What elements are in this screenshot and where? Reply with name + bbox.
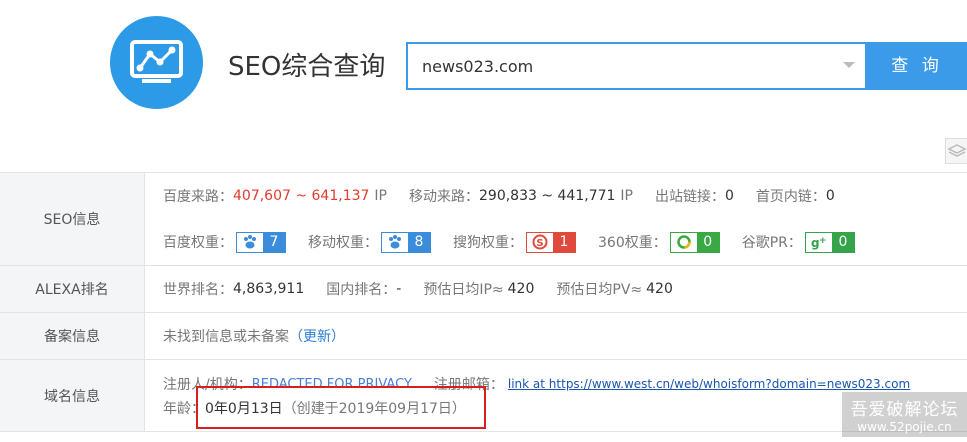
seo-line-2: 百度权重： 7 移动权重： 8 搜狗权重： S 1 360权重： 0 谷歌PR：… (163, 219, 967, 265)
baidu-source-value[interactable]: 407,607 ~ 641,137 (233, 188, 369, 204)
watermark: 吾爱破解论坛 www.52pojie.cn (842, 392, 967, 437)
row-label-domain: 域名信息 (0, 360, 145, 431)
row-alexa: ALEXA排名 世界排名： 4,863,911 国内排名： - 预估日均IP≈ … (0, 266, 967, 313)
page-title: SEO综合查询 (228, 52, 386, 82)
row-icp: 备案信息 未找到信息或未备案 （ 更新 ） (0, 313, 967, 360)
daily-pv-value: 420 (646, 281, 673, 297)
sogou-weight-badge[interactable]: S 1 (526, 231, 576, 253)
dropdown-arrow-icon[interactable] (843, 62, 855, 68)
s360-icon (670, 232, 697, 252)
baidu-paw-icon (382, 232, 408, 252)
baidu-weight-badge[interactable]: 7 (236, 231, 286, 253)
mobile-source-value[interactable]: 290,833 ~ 441,771 (479, 188, 615, 204)
search-button[interactable]: 查 询 (867, 42, 967, 90)
daily-ip-value: 420 (507, 281, 535, 297)
world-rank-value[interactable]: 4,863,911 (233, 281, 304, 297)
search-box[interactable] (406, 42, 867, 90)
s360-weight-badge[interactable]: 0 (669, 231, 720, 253)
highlight-box (196, 386, 486, 429)
domestic-rank-value: - (396, 281, 402, 297)
sogou-icon: S (527, 232, 553, 252)
icp-update-link[interactable]: 更新 (303, 326, 331, 346)
svg-text:S: S (536, 238, 543, 249)
logo (110, 16, 203, 109)
whois-email-link[interactable]: link at https://www.west.cn/web/whoisfor… (508, 377, 910, 391)
svg-text:+: + (819, 236, 827, 246)
seo-line-1: 百度来路： 407,607 ~ 641,137 IP 移动来路： 290,833… (163, 188, 835, 205)
row-seo: SEO信息 百度来路： 407,607 ~ 641,137 IP 移动来路： 2… (0, 173, 967, 266)
search-input[interactable] (408, 44, 838, 88)
homelinks-value[interactable]: 0 (826, 188, 835, 204)
outlinks-value[interactable]: 0 (725, 188, 734, 204)
row-label-icp: 备案信息 (0, 313, 145, 359)
chart-monitor-icon (130, 40, 183, 83)
row-label-seo: SEO信息 (0, 173, 145, 265)
google-pr-badge[interactable]: g + 0 (804, 231, 855, 253)
baidu-paw-icon (237, 232, 263, 252)
row-label-alexa: ALEXA排名 (0, 266, 145, 312)
mobile-weight-badge[interactable]: 8 (381, 231, 431, 253)
layers-icon[interactable] (945, 138, 967, 164)
google-plus-icon: g + (805, 232, 832, 252)
icp-status-text: 未找到信息或未备案 (163, 329, 289, 345)
